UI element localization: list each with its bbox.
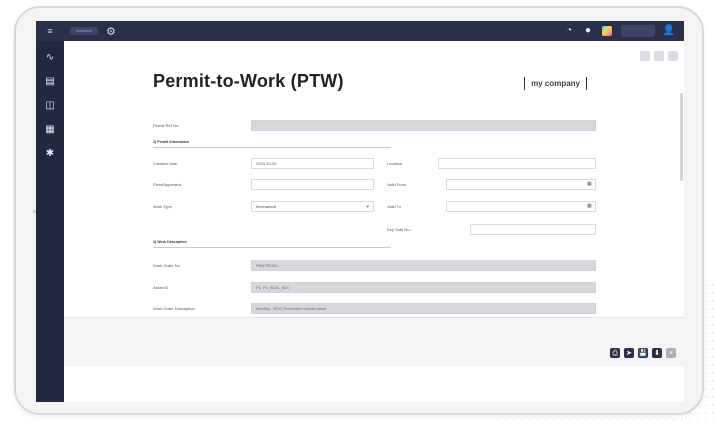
download-icon[interactable]: ⬇ [652,348,662,358]
activity-icon[interactable]: ∿ [36,47,64,67]
user-name-placeholder[interactable] [621,25,655,37]
section-permit-information: 1) Permit Information [153,140,190,144]
plant-apparatus-field[interactable] [251,179,374,190]
section-work-description: 2) Work Description [153,240,187,244]
book-icon[interactable]: ▦ [36,119,64,139]
calendar-icon[interactable]: ▦ [587,182,592,187]
app-screenshot: ≡ ⚙ ◔ ● 👤 ∿ ▤ ◫ ▦ ✱ Permit-to-Work (PTW)… [0,0,714,421]
key-safe-label: Key Safe No.: [387,227,412,232]
document-icon[interactable]: ▤ [36,71,64,91]
valid-to-label: Valid To [387,204,401,209]
print-icon[interactable]: ⎙ [610,348,620,358]
footer-band [64,317,684,366]
user-icon[interactable]: 👤 [663,26,675,36]
work-type-select[interactable]: Mechanical ▾ [251,201,374,212]
location-label: Location [387,161,403,166]
permit-ref-label: Permit Ref No.: [153,123,181,128]
status-dot-icon[interactable]: ● [583,26,593,36]
menu-icon[interactable]: ≡ [36,21,64,41]
work-type-value: Mechanical [256,204,277,209]
work-order-description-field[interactable]: Monthly - BDO Preventive Maintenance [251,303,596,314]
section-divider-2 [153,247,391,248]
window-button-2[interactable] [654,51,664,61]
app-logo[interactable] [70,27,98,35]
asset-id-label: Asset ID [153,285,169,290]
database-icon[interactable]: ◫ [36,95,64,115]
send-icon[interactable]: ➤ [624,348,634,358]
bottom-action-bar: ⎙ ➤ 💾 ⬇ × [610,348,676,358]
gear-icon[interactable]: ⚙ [106,25,116,38]
document-toolbar [640,51,678,61]
valid-from-field[interactable]: ▦ [446,179,596,190]
topbar-right-icons: ◔ ● 👤 [564,25,684,37]
asset-id-field[interactable]: P1_P1_BOIL_B44 [251,282,596,293]
window-button-1[interactable] [640,51,650,61]
key-safe-field[interactable] [470,224,596,235]
top-navigation-bar: ≡ ⚙ ◔ ● 👤 [36,21,684,41]
notification-icon[interactable]: ◔ [564,26,574,36]
apps-icon[interactable] [602,26,612,36]
work-order-description-label: Work Order Description [153,306,195,311]
left-sidebar: ∿ ▤ ◫ ▦ ✱ [36,41,64,402]
ptw-document: Permit-to-Work (PTW) my company Permit R… [101,49,615,314]
work-order-field[interactable]: PM07R0301 [251,260,596,271]
work-type-label: Work Type [153,204,172,209]
work-order-label: Work Order No [153,263,180,268]
permit-ref-field[interactable] [251,120,596,131]
settings-icon[interactable]: ✱ [36,143,64,163]
tablet-screen: ≡ ⚙ ◔ ● 👤 ∿ ▤ ◫ ▦ ✱ Permit-to-Work (PTW)… [36,21,684,402]
page-title: Permit-to-Work (PTW) [153,71,344,91]
creation-date-label: Creation date [153,161,178,166]
location-field[interactable] [438,158,596,169]
window-button-3[interactable] [668,51,678,61]
section-divider-1 [153,147,391,148]
valid-to-field[interactable]: ▦ [446,201,596,212]
calendar-icon[interactable]: ▦ [587,204,592,209]
plant-apparatus-label: Plant/Apparatus [153,182,182,187]
chevron-down-icon[interactable]: ▾ [366,204,369,210]
creation-date-field[interactable]: 2024-10-29 [251,158,374,169]
valid-from-label: Valid From [387,182,407,187]
save-icon[interactable]: 💾 [638,348,648,358]
company-logo: my company [524,77,587,90]
close-icon[interactable]: × [666,348,676,358]
main-content: Permit-to-Work (PTW) my company Permit R… [64,41,684,402]
vertical-scrollbar[interactable] [680,93,683,181]
